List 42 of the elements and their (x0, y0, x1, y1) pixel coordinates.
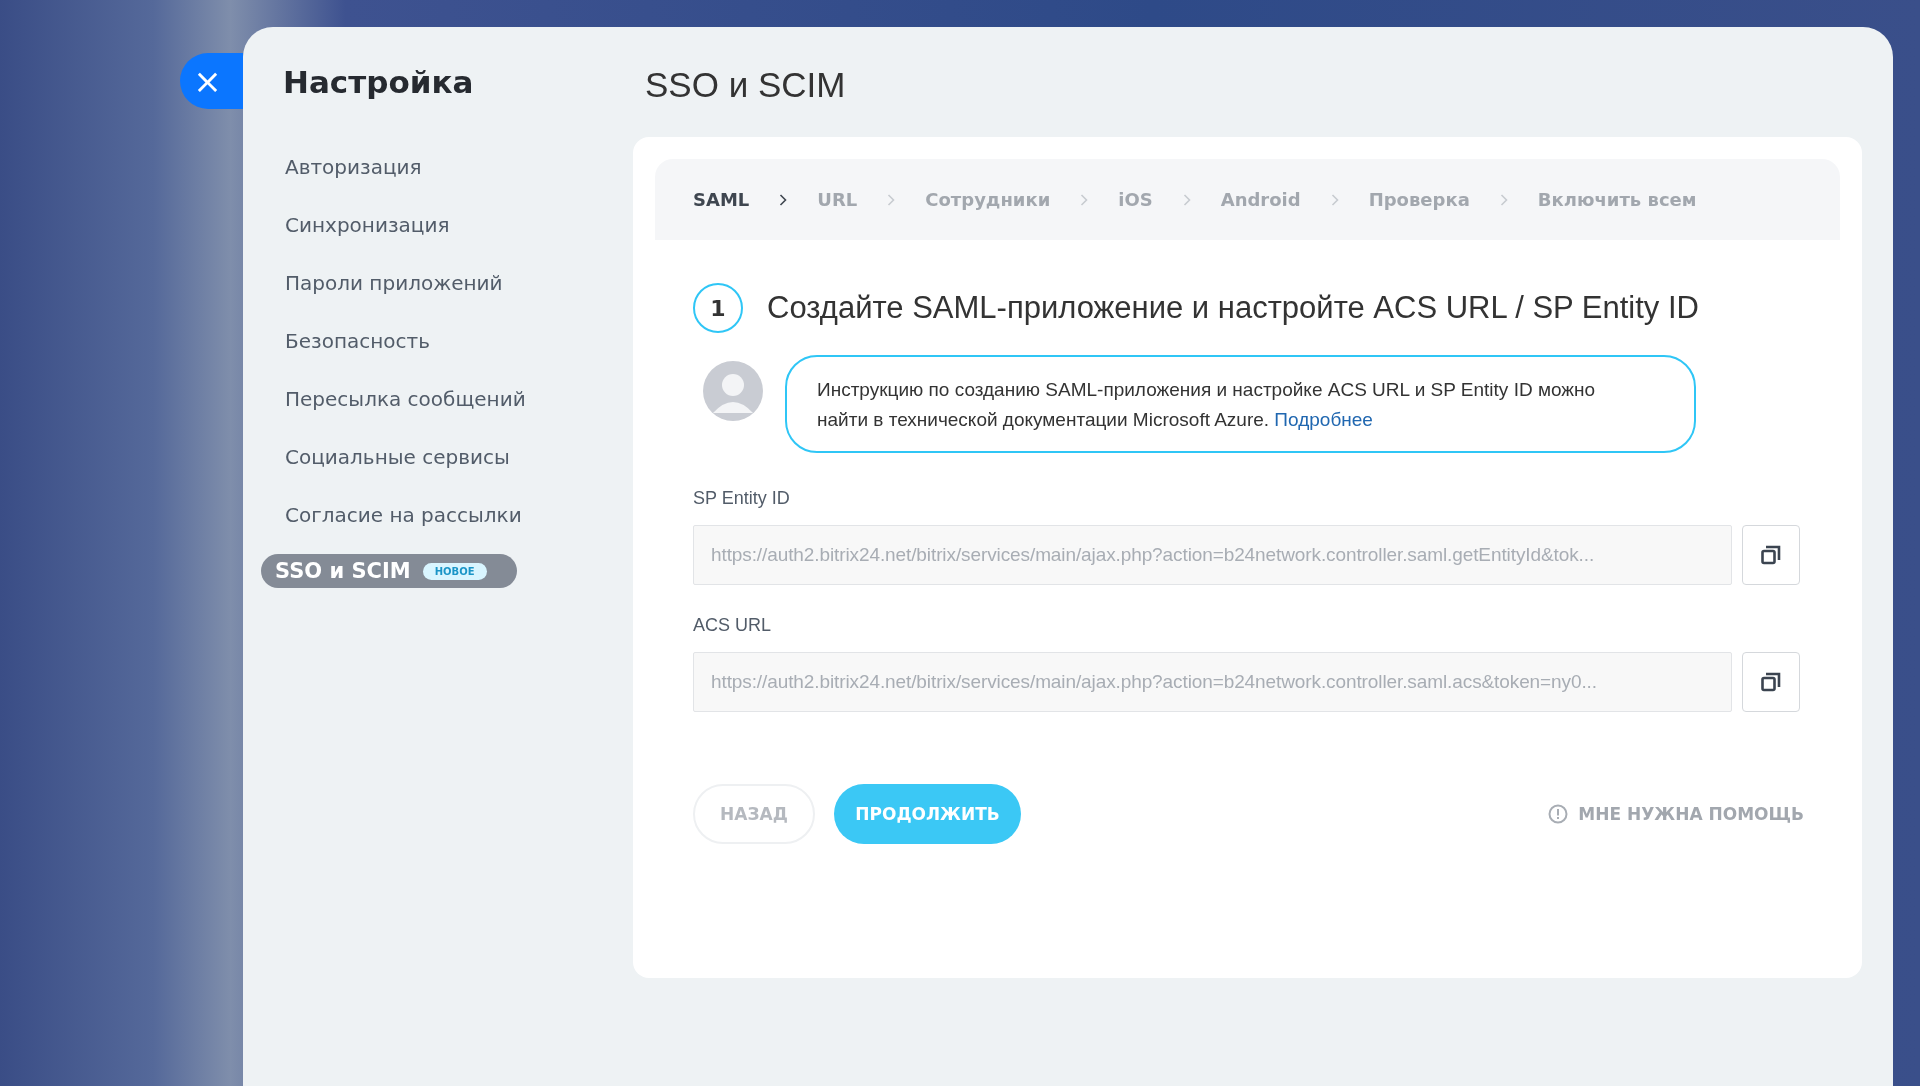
chevron-icon (779, 193, 788, 206)
sidebar-item[interactable]: SSO и SCIM НОВОЕ (261, 554, 517, 588)
step-heading: Создайте SAML-приложение и настройте ACS URL / SP Entity ID (767, 290, 1699, 326)
exclamation-icon (1548, 804, 1569, 824)
url-field[interactable]: https://auth2.bitrix24.net/bitrix/services/main/ajax.php?action=b24network.controller.saml.getEntityId&tok... (693, 525, 1732, 585)
close-button[interactable]: × (180, 53, 243, 109)
sidebar-item[interactable]: Социальные сервисы (267, 438, 524, 476)
chevron-icon (1080, 193, 1089, 206)
field-label: SP Entity ID (693, 488, 791, 509)
chevron-icon (887, 193, 896, 206)
sidebar-item[interactable]: Синхронизация (267, 206, 464, 244)
step-tab[interactable]: iOS (1118, 189, 1153, 210)
page-title: SSO и SCIM (644, 64, 847, 106)
step-tab[interactable]: Сотрудники (925, 189, 1051, 210)
step-tab[interactable]: SAML (693, 189, 750, 210)
chevron-icon (1330, 193, 1339, 206)
avatar-icon (703, 361, 763, 421)
step-tab[interactable]: Android (1220, 189, 1301, 210)
copy-button[interactable] (1742, 525, 1800, 585)
url-field[interactable]: https://auth2.bitrix24.net/bitrix/services/main/ajax.php?action=b24network.controller.saml.acs&token=ny0... (693, 652, 1732, 712)
back-button[interactable]: НАЗАД (693, 784, 815, 844)
field-label: ACS URL (693, 615, 773, 636)
copy-icon (1759, 670, 1783, 694)
more-link[interactable]: Подробнее (1274, 409, 1373, 430)
step-tab[interactable]: Проверка (1368, 189, 1470, 210)
chevron-icon (1182, 193, 1191, 206)
step-tab[interactable]: URL (817, 189, 858, 210)
sidebar-title: Настройка (282, 64, 475, 100)
help-link[interactable]: МНЕ НУЖНА ПОМОЩЬ (1548, 804, 1804, 824)
copy-button[interactable] (1742, 652, 1800, 712)
sidebar-item[interactable]: Безопасность (267, 322, 444, 360)
hint-text: Инструкцию по созданию SAML-приложения и настройке ACS URL и SP Entity ID можно найти в технической документации Microsoft Azure. Подробнее (817, 379, 1596, 430)
continue-button[interactable]: ПРОДОЛЖИТЬ (834, 784, 1021, 844)
new-badge: НОВОЕ (422, 562, 487, 580)
step-tab[interactable]: Включить всем (1537, 189, 1697, 210)
step-number: 1 (693, 283, 743, 333)
copy-icon (1759, 543, 1783, 567)
sidebar-item[interactable]: Авторизация (267, 148, 436, 186)
sidebar-item[interactable]: Согласие на рассылки (267, 496, 536, 534)
sidebar-item[interactable]: Пересылка сообщений (267, 380, 540, 418)
sidebar-item[interactable]: Пароли приложений (267, 264, 517, 302)
chevron-icon (1499, 193, 1508, 206)
